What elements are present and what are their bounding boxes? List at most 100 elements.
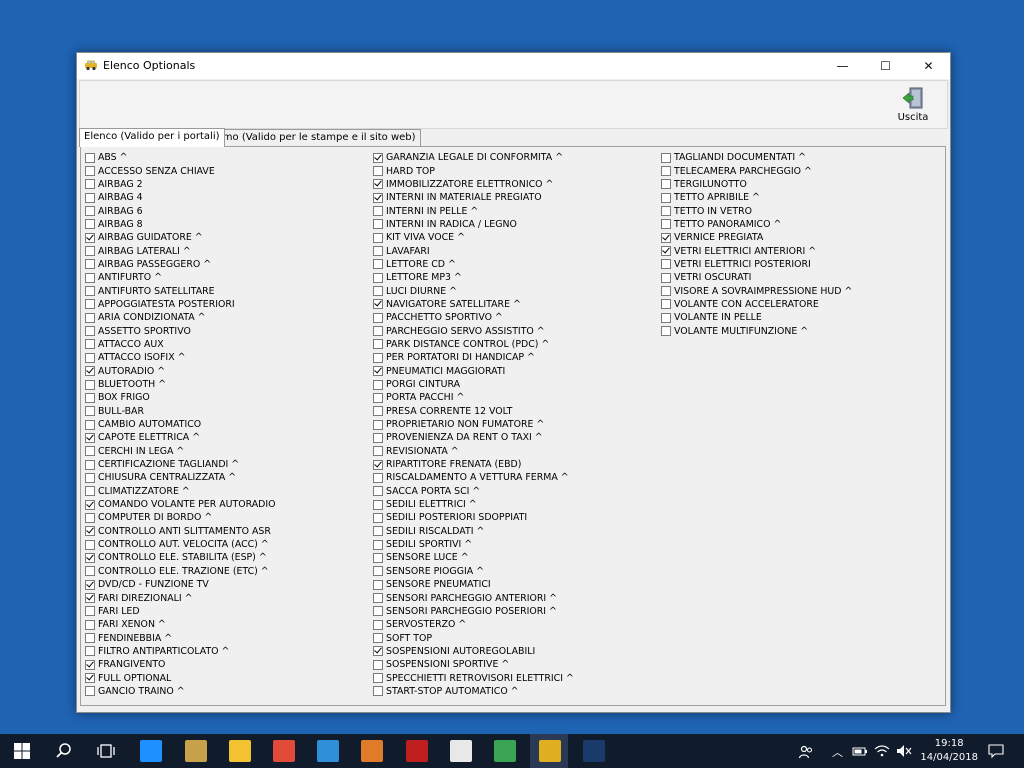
optional-item[interactable]: REVISIONATA ^ <box>373 445 574 458</box>
optional-item[interactable]: SENSORE PNEUMATICI <box>373 578 574 591</box>
optional-item[interactable]: SENSORI PARCHEGGIO POSERIORI ^ <box>373 605 574 618</box>
optional-item[interactable]: APPOGGIATESTA POSTERIORI <box>85 298 276 311</box>
optional-checkbox[interactable] <box>373 619 383 630</box>
exit-button[interactable]: Uscita <box>891 84 935 124</box>
optional-item[interactable]: BOX FRIGO <box>85 391 276 404</box>
optional-item[interactable]: ABS ^ <box>85 151 276 164</box>
optional-checkbox[interactable] <box>373 339 383 350</box>
optional-checkbox[interactable] <box>373 552 383 563</box>
optional-item[interactable]: TETTO PANORAMICO ^ <box>661 218 852 231</box>
optional-item[interactable]: TETTO APRIBILE ^ <box>661 191 852 204</box>
optional-item[interactable]: PRESA CORRENTE 12 VOLT <box>373 405 574 418</box>
optional-item[interactable]: TELECAMERA PARCHEGGIO ^ <box>661 164 852 177</box>
optional-checkbox[interactable] <box>661 152 671 163</box>
optional-item[interactable]: SPECCHIETTI RETROVISORI ELETTRICI ^ <box>373 671 574 684</box>
optional-checkbox[interactable] <box>373 432 383 443</box>
optional-item[interactable]: AIRBAG 6 <box>85 204 276 217</box>
optional-item[interactable]: SACCA PORTA SCI ^ <box>373 485 574 498</box>
optional-item[interactable]: ATTACCO ISOFIX ^ <box>85 351 276 364</box>
optional-item[interactable]: PORTA PACCHI ^ <box>373 391 574 404</box>
optional-checkbox[interactable] <box>85 446 95 457</box>
optional-item[interactable]: TAGLIANDI DOCUMENTATI ^ <box>661 151 852 164</box>
optional-item[interactable]: VETRI ELETTRICI POSTERIORI <box>661 258 852 271</box>
optional-item[interactable]: CONTROLLO ELE. STABILITA (ESP) ^ <box>85 551 276 564</box>
optional-checkbox[interactable] <box>85 432 95 443</box>
optional-checkbox[interactable] <box>373 379 383 390</box>
optional-item[interactable]: AUTORADIO ^ <box>85 365 276 378</box>
optional-item[interactable]: CERTIFICAZIONE TAGLIANDI ^ <box>85 458 276 471</box>
optional-item[interactable]: SEDILI POSTERIORI SDOPPIATI <box>373 511 574 524</box>
optional-item[interactable]: ASSETTO SPORTIVO <box>85 324 276 337</box>
optional-checkbox[interactable] <box>85 486 95 497</box>
optional-checkbox[interactable] <box>373 392 383 403</box>
optional-item[interactable]: PARK DISTANCE CONTROL (PDC) ^ <box>373 338 574 351</box>
optional-item[interactable]: RISCALDAMENTO A VETTURA FERMA ^ <box>373 471 574 484</box>
optional-item[interactable]: CAMBIO AUTOMATICO <box>85 418 276 431</box>
optional-item[interactable]: FILTRO ANTIPARTICOLATO ^ <box>85 645 276 658</box>
optional-item[interactable]: SENSORE LUCE ^ <box>373 551 574 564</box>
optional-item[interactable]: NAVIGATORE SATELLITARE ^ <box>373 298 574 311</box>
optional-checkbox[interactable] <box>85 552 95 563</box>
optional-item[interactable]: FULL OPTIONAL <box>85 671 276 684</box>
optional-checkbox[interactable] <box>373 539 383 550</box>
file-explorer-icon[interactable] <box>229 740 251 762</box>
optional-item[interactable]: VETRI ELETTRICI ANTERIORI ^ <box>661 244 852 257</box>
optional-checkbox[interactable] <box>661 286 671 297</box>
optional-checkbox[interactable] <box>85 579 95 590</box>
optional-checkbox[interactable] <box>373 579 383 590</box>
media-player-icon[interactable] <box>361 740 383 762</box>
optional-checkbox[interactable] <box>373 192 383 203</box>
optional-checkbox[interactable] <box>373 299 383 310</box>
optional-checkbox[interactable] <box>373 272 383 283</box>
optional-checkbox[interactable] <box>85 232 95 243</box>
optional-checkbox[interactable] <box>85 499 95 510</box>
optional-checkbox[interactable] <box>85 272 95 283</box>
optional-checkbox[interactable] <box>373 166 383 177</box>
optional-item[interactable]: CHIUSURA CENTRALIZZATA ^ <box>85 471 276 484</box>
optional-item[interactable]: PER PORTATORI DI HANDICAP ^ <box>373 351 574 364</box>
optional-checkbox[interactable] <box>85 166 95 177</box>
optional-item[interactable]: SOSPENSIONI SPORTIVE ^ <box>373 658 574 671</box>
battery-icon[interactable] <box>852 744 868 758</box>
optional-item[interactable]: KIT VIVA VOCE ^ <box>373 231 574 244</box>
optional-item[interactable]: SERVOSTERZO ^ <box>373 618 574 631</box>
optional-checkbox[interactable] <box>661 312 671 323</box>
optional-checkbox[interactable] <box>373 352 383 363</box>
optional-item[interactable]: INTERNI IN RADICA / LEGNO <box>373 218 574 231</box>
optional-checkbox[interactable] <box>85 673 95 684</box>
optional-checkbox[interactable] <box>661 219 671 230</box>
optional-item[interactable]: FARI XENON ^ <box>85 618 276 631</box>
optional-item[interactable]: HARD TOP <box>373 164 574 177</box>
optional-item[interactable]: CLIMATIZZATORE ^ <box>85 485 276 498</box>
optional-checkbox[interactable] <box>85 419 95 430</box>
optional-checkbox[interactable] <box>373 259 383 270</box>
optional-item[interactable]: SENSORI PARCHEGGIO ANTERIORI ^ <box>373 591 574 604</box>
optional-checkbox[interactable] <box>85 326 95 337</box>
optional-checkbox[interactable] <box>661 206 671 217</box>
optional-checkbox[interactable] <box>661 299 671 310</box>
vscode-icon[interactable] <box>317 740 339 762</box>
optional-checkbox[interactable] <box>85 686 95 697</box>
search-icon[interactable] <box>53 740 75 762</box>
tab-memo[interactable]: Memo (Valido per le stampe e il sito web… <box>203 129 421 146</box>
optional-checkbox[interactable] <box>85 259 95 270</box>
optional-checkbox[interactable] <box>373 512 383 523</box>
windows-start-icon[interactable] <box>11 740 33 762</box>
optional-item[interactable]: TETTO IN VETRO <box>661 204 852 217</box>
optional-item[interactable]: FARI LED <box>85 605 276 618</box>
filezilla-icon[interactable] <box>406 740 428 762</box>
optional-checkbox[interactable] <box>85 392 95 403</box>
optional-item[interactable]: FARI DIREZIONALI ^ <box>85 591 276 604</box>
7zip-icon[interactable] <box>450 740 472 762</box>
optional-checkbox[interactable] <box>85 566 95 577</box>
optional-checkbox[interactable] <box>85 472 95 483</box>
optional-checkbox[interactable] <box>85 366 95 377</box>
optional-checkbox[interactable] <box>373 472 383 483</box>
optional-item[interactable]: FRANGIVENTO <box>85 658 276 671</box>
optional-checkbox[interactable] <box>661 272 671 283</box>
optional-checkbox[interactable] <box>373 673 383 684</box>
optional-checkbox[interactable] <box>373 566 383 577</box>
optional-checkbox[interactable] <box>373 406 383 417</box>
optional-item[interactable]: GANCIO TRAINO ^ <box>85 685 276 698</box>
optional-checkbox[interactable] <box>373 326 383 337</box>
